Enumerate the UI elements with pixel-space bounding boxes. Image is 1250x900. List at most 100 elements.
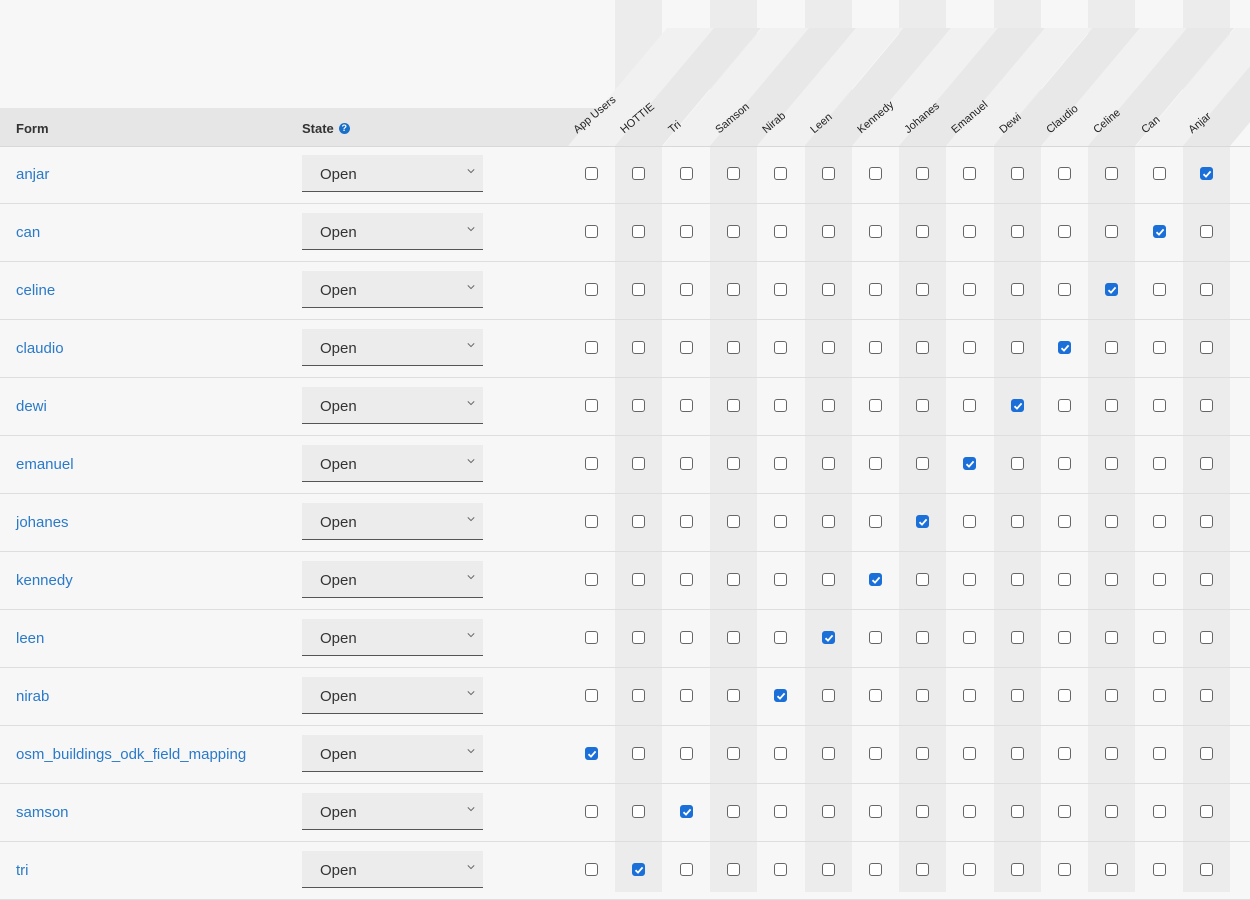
- access-checkbox[interactable]: [1105, 863, 1119, 876]
- access-checkbox[interactable]: [679, 399, 693, 412]
- access-checkbox[interactable]: [1152, 805, 1166, 818]
- access-checkbox[interactable]: [726, 689, 740, 702]
- access-checkbox[interactable]: [1199, 341, 1213, 354]
- access-checkbox[interactable]: [1010, 631, 1024, 644]
- access-checkbox[interactable]: [963, 341, 977, 354]
- access-checkbox[interactable]: [679, 747, 693, 760]
- access-checkbox[interactable]: [774, 457, 788, 470]
- access-checkbox[interactable]: [1105, 225, 1119, 238]
- access-checkbox[interactable]: [1058, 167, 1071, 180]
- access-checkbox[interactable]: [1105, 689, 1119, 702]
- access-checkbox-checked[interactable]: [632, 863, 646, 876]
- access-checkbox[interactable]: [1058, 689, 1071, 702]
- access-checkbox[interactable]: [726, 863, 740, 876]
- access-checkbox-checked[interactable]: [868, 573, 882, 586]
- access-checkbox[interactable]: [1058, 399, 1071, 412]
- access-checkbox[interactable]: [963, 689, 977, 702]
- access-checkbox[interactable]: [585, 515, 598, 528]
- access-checkbox[interactable]: [774, 631, 788, 644]
- access-checkbox[interactable]: [821, 283, 835, 296]
- access-checkbox[interactable]: [963, 167, 977, 180]
- access-checkbox[interactable]: [963, 399, 977, 412]
- access-checkbox[interactable]: [1199, 747, 1213, 760]
- access-checkbox[interactable]: [1105, 573, 1119, 586]
- access-checkbox[interactable]: [1199, 515, 1213, 528]
- access-checkbox[interactable]: [1010, 515, 1024, 528]
- access-checkbox[interactable]: [821, 573, 835, 586]
- access-checkbox[interactable]: [1105, 167, 1119, 180]
- access-checkbox[interactable]: [679, 689, 693, 702]
- state-select[interactable]: Open: [302, 851, 483, 888]
- access-checkbox[interactable]: [679, 515, 693, 528]
- access-checkbox-checked[interactable]: [1199, 167, 1213, 180]
- access-checkbox[interactable]: [1199, 805, 1213, 818]
- help-icon[interactable]: ?: [338, 123, 350, 134]
- access-checkbox[interactable]: [774, 863, 788, 876]
- access-checkbox[interactable]: [679, 863, 693, 876]
- form-link[interactable]: celine: [16, 282, 55, 299]
- access-checkbox[interactable]: [726, 167, 740, 180]
- access-checkbox[interactable]: [585, 573, 598, 586]
- access-checkbox[interactable]: [868, 689, 882, 702]
- access-checkbox[interactable]: [1010, 747, 1024, 760]
- access-checkbox[interactable]: [632, 747, 646, 760]
- access-checkbox[interactable]: [1199, 573, 1213, 586]
- access-checkbox[interactable]: [963, 747, 977, 760]
- access-checkbox[interactable]: [726, 457, 740, 470]
- state-select[interactable]: Open: [302, 155, 483, 192]
- access-checkbox[interactable]: [1105, 515, 1119, 528]
- access-checkbox[interactable]: [821, 167, 835, 180]
- access-checkbox[interactable]: [679, 225, 693, 238]
- access-checkbox[interactable]: [1199, 689, 1213, 702]
- form-link[interactable]: samson: [16, 804, 69, 821]
- access-checkbox[interactable]: [774, 167, 788, 180]
- access-checkbox[interactable]: [1058, 573, 1071, 586]
- access-checkbox[interactable]: [585, 167, 598, 180]
- access-checkbox[interactable]: [963, 631, 977, 644]
- access-checkbox[interactable]: [1199, 863, 1213, 876]
- access-checkbox[interactable]: [1105, 631, 1119, 644]
- access-checkbox[interactable]: [916, 805, 930, 818]
- access-checkbox[interactable]: [821, 225, 835, 238]
- access-checkbox[interactable]: [1152, 863, 1166, 876]
- access-checkbox[interactable]: [963, 515, 977, 528]
- form-link[interactable]: kennedy: [16, 572, 73, 589]
- access-checkbox[interactable]: [1010, 689, 1024, 702]
- state-select[interactable]: Open: [302, 735, 483, 772]
- access-checkbox[interactable]: [916, 747, 930, 760]
- access-checkbox[interactable]: [868, 747, 882, 760]
- access-checkbox[interactable]: [1010, 573, 1024, 586]
- access-checkbox-checked[interactable]: [1105, 283, 1119, 296]
- access-checkbox[interactable]: [868, 399, 882, 412]
- access-checkbox[interactable]: [1105, 805, 1119, 818]
- access-checkbox[interactable]: [1010, 225, 1024, 238]
- form-link[interactable]: nirab: [16, 688, 49, 705]
- state-select[interactable]: Open: [302, 445, 483, 482]
- access-checkbox[interactable]: [868, 283, 882, 296]
- access-checkbox[interactable]: [1152, 341, 1166, 354]
- access-checkbox[interactable]: [632, 689, 646, 702]
- access-checkbox[interactable]: [632, 573, 646, 586]
- access-checkbox[interactable]: [1105, 399, 1119, 412]
- access-checkbox[interactable]: [868, 863, 882, 876]
- access-checkbox-checked[interactable]: [679, 805, 693, 818]
- access-checkbox[interactable]: [868, 341, 882, 354]
- access-checkbox[interactable]: [868, 631, 882, 644]
- form-link[interactable]: leen: [16, 630, 44, 647]
- access-checkbox[interactable]: [1152, 457, 1166, 470]
- form-link[interactable]: tri: [16, 862, 29, 879]
- access-checkbox[interactable]: [916, 341, 930, 354]
- access-checkbox[interactable]: [868, 457, 882, 470]
- access-checkbox[interactable]: [1105, 457, 1119, 470]
- access-checkbox[interactable]: [1010, 863, 1024, 876]
- access-checkbox[interactable]: [726, 631, 740, 644]
- access-checkbox[interactable]: [1105, 747, 1119, 760]
- access-checkbox[interactable]: [632, 399, 646, 412]
- access-checkbox[interactable]: [916, 573, 930, 586]
- access-checkbox[interactable]: [585, 631, 598, 644]
- access-checkbox[interactable]: [679, 457, 693, 470]
- access-checkbox[interactable]: [916, 225, 930, 238]
- access-checkbox[interactable]: [632, 167, 646, 180]
- access-checkbox[interactable]: [679, 573, 693, 586]
- access-checkbox[interactable]: [632, 457, 646, 470]
